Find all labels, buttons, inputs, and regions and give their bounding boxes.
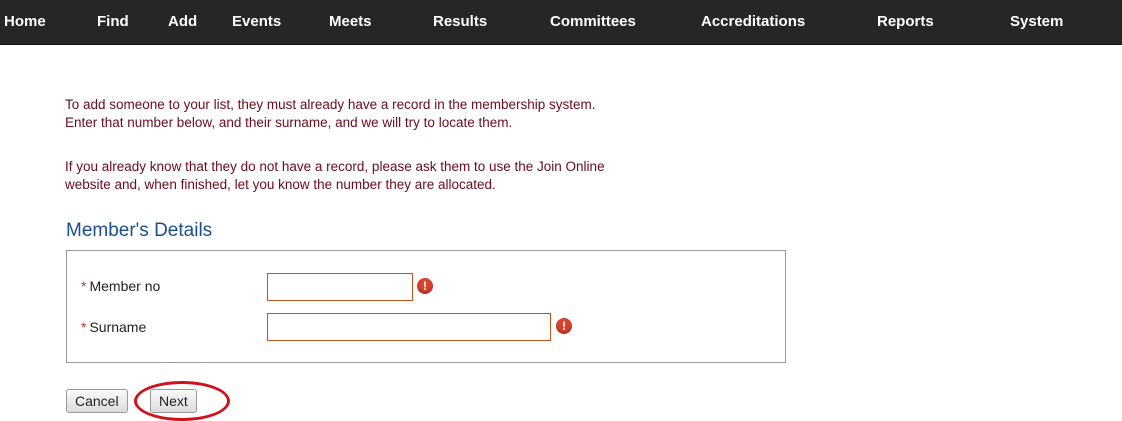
intro-line-2: Enter that number below, and their surna… bbox=[65, 115, 513, 130]
member-no-label: * Member no bbox=[81, 277, 160, 295]
member-no-input[interactable] bbox=[267, 273, 413, 301]
surname-label-text: Surname bbox=[89, 319, 147, 335]
nav-item-find[interactable]: Find bbox=[97, 12, 129, 32]
nav-item-results[interactable]: Results bbox=[433, 12, 487, 32]
nav-item-events[interactable]: Events bbox=[232, 12, 281, 32]
nav-item-meets[interactable]: Meets bbox=[329, 12, 372, 32]
nav-item-accreditations[interactable]: Accreditations bbox=[701, 12, 805, 32]
intro-line-4: website and, when finished, let you know… bbox=[65, 177, 496, 192]
section-title: Member's Details bbox=[66, 220, 213, 241]
member-details-fieldset: * Member no ! * Surname ! bbox=[66, 250, 786, 363]
intro-paragraph-2: If you already know that they do not hav… bbox=[65, 158, 825, 194]
error-icon: ! bbox=[556, 318, 572, 334]
intro-line-1: To add someone to your list, they must a… bbox=[65, 97, 596, 112]
nav-item-home[interactable]: Home bbox=[4, 12, 46, 32]
next-button[interactable]: Next bbox=[150, 389, 197, 413]
nav-item-system[interactable]: System bbox=[1010, 12, 1063, 32]
required-marker: * bbox=[81, 319, 87, 335]
required-marker: * bbox=[81, 278, 87, 294]
cancel-button[interactable]: Cancel bbox=[66, 389, 128, 413]
nav-item-add[interactable]: Add bbox=[168, 12, 197, 32]
nav-item-reports[interactable]: Reports bbox=[877, 12, 934, 32]
surname-label: * Surname bbox=[81, 318, 146, 336]
intro-line-3: If you already know that they do not hav… bbox=[65, 159, 605, 174]
error-icon: ! bbox=[417, 278, 433, 294]
surname-input[interactable] bbox=[267, 313, 551, 341]
nav-item-committees[interactable]: Committees bbox=[550, 12, 636, 32]
member-no-label-text: Member no bbox=[89, 278, 161, 294]
top-nav-bar: Home Find Add Events Meets Results Commi… bbox=[0, 0, 1122, 45]
intro-paragraph-1: To add someone to your list, they must a… bbox=[65, 96, 825, 132]
